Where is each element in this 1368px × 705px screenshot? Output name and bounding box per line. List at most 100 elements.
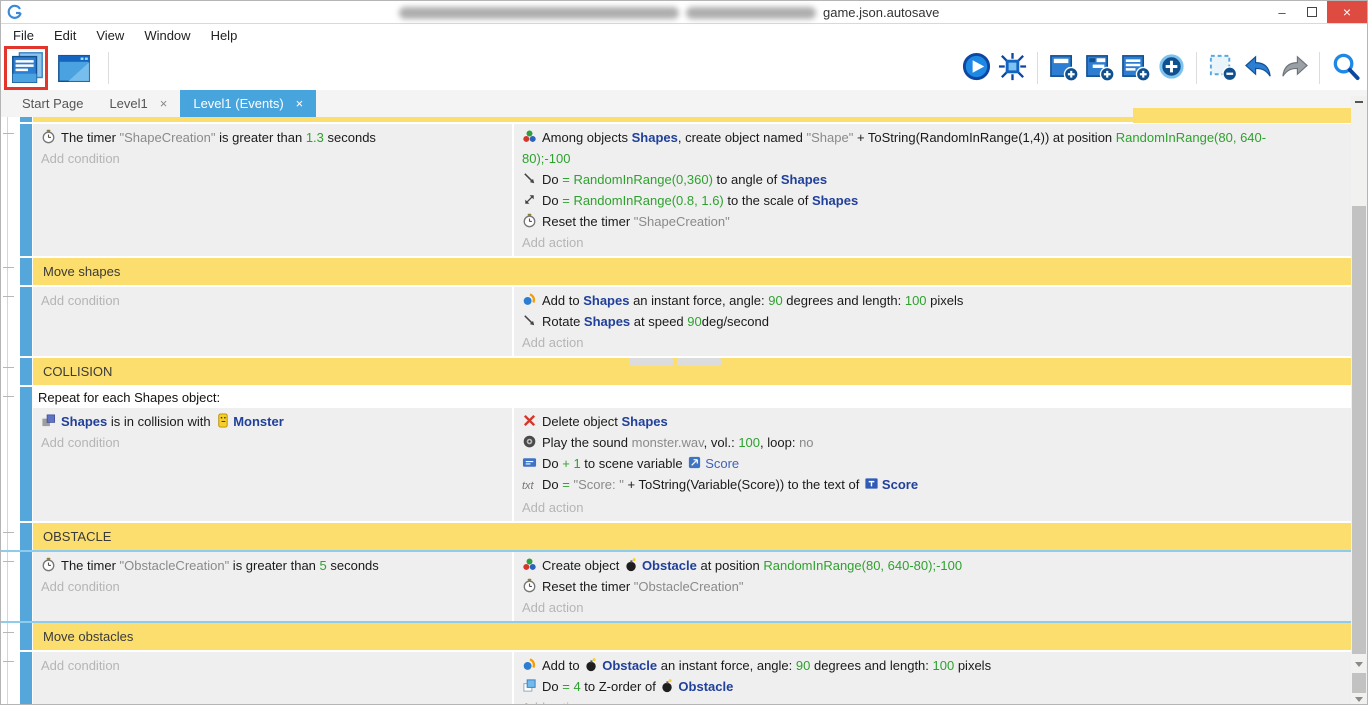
events-editor-button[interactable] (7, 48, 47, 88)
text-segment: Add to (542, 658, 583, 673)
menu-item-help[interactable]: Help (201, 28, 248, 43)
action-line[interactable]: Do = RandomInRange(0.8, 1.6) to the scal… (522, 190, 1343, 211)
action-line[interactable]: Rotate Shapes at speed 90deg/second (522, 311, 1343, 332)
action-line[interactable]: Delete object Shapes (522, 411, 1343, 432)
conditions-cell[interactable]: Shapes is in collision with MonsterAdd c… (33, 408, 512, 521)
add-condition-placeholder[interactable]: Add condition (41, 148, 504, 169)
tab-close-icon[interactable]: × (160, 96, 168, 111)
tab-close-icon[interactable]: × (296, 96, 304, 111)
add-action-placeholder[interactable]: Add action (522, 697, 1343, 705)
event-row[interactable]: The timer "ShapeCreation" is greater tha… (1, 124, 1351, 256)
actions-cell[interactable]: Add to Obstacle an instant force, angle:… (514, 652, 1351, 705)
menu-item-file[interactable]: File (3, 28, 44, 43)
event-drag-bar[interactable] (20, 652, 32, 705)
event-drag-bar[interactable] (20, 623, 32, 650)
event-drag-bar[interactable] (20, 387, 32, 521)
vertical-scrollbar[interactable] (1351, 96, 1367, 704)
text-segment: = RandomInRange(0.8, 1.6) (562, 193, 724, 208)
action-line[interactable]: Play the sound monster.wav, vol.: 100, l… (522, 432, 1343, 453)
scrollbar-down-arrow-icon[interactable] (1355, 662, 1363, 667)
menu-item-edit[interactable]: Edit (44, 28, 86, 43)
action-line[interactable]: Add to Obstacle an instant force, angle:… (522, 655, 1343, 676)
conditions-cell[interactable]: The timer "ObstacleCreation" is greater … (33, 552, 512, 621)
conditions-cell[interactable]: Add condition (33, 287, 512, 356)
event-row[interactable]: Add condition Add to Obstacle an instant … (1, 652, 1351, 705)
event-row[interactable]: The timer "ObstacleCreation" is greater … (1, 552, 1351, 621)
action-line[interactable]: Do = 4 to Z-order of Obstacle (522, 676, 1343, 697)
menu-item-view[interactable]: View (86, 28, 134, 43)
event-drag-bar[interactable] (20, 124, 32, 256)
condition-line[interactable]: Shapes is in collision with Monster (41, 411, 504, 432)
toolbar-add-event-button[interactable] (1045, 50, 1081, 86)
maximize-button[interactable] (1297, 1, 1327, 23)
scrollbar-down-arrow-icon[interactable] (1355, 697, 1363, 702)
toolbar-play-button[interactable] (958, 50, 994, 86)
action-line[interactable]: Create object Obstacle at position Rando… (522, 555, 1343, 576)
action-line[interactable]: Reset the timer "ObstacleCreation" (522, 576, 1343, 597)
actions-cell[interactable]: Delete object ShapesPlay the sound monst… (514, 408, 1351, 521)
group-row-move-obstacles[interactable]: Move obstacles (1, 623, 1351, 650)
delete-event-icon (1207, 51, 1238, 85)
condition-line[interactable]: The timer "ShapeCreation" is greater tha… (41, 127, 504, 148)
bomb-icon (584, 657, 599, 672)
event-drag-bar[interactable] (20, 358, 32, 385)
text-segment: "Score: " (573, 477, 623, 492)
add-action-placeholder[interactable]: Add action (522, 597, 1343, 618)
maximize-icon (1307, 7, 1317, 17)
foreach-header[interactable]: Repeat for each Shapes object: (33, 387, 1351, 408)
toolbar-add-new-button[interactable] (1153, 50, 1189, 86)
variable-icon (522, 455, 537, 470)
action-line[interactable]: Do + 1 to scene variable Score (522, 453, 1343, 474)
toolbar-undo-button[interactable] (1240, 50, 1276, 86)
scrollbar-thumb[interactable] (1352, 206, 1366, 654)
add-action-placeholder[interactable]: Add action (522, 232, 1343, 253)
group-row-collision[interactable]: COLLISION (1, 358, 1351, 385)
action-line[interactable]: Reset the timer "ShapeCreation" (522, 211, 1343, 232)
event-row[interactable]: Repeat for each Shapes object:Shapes is … (1, 387, 1351, 521)
tab-start-page[interactable]: Start Page (9, 90, 96, 117)
text-segment: no (799, 435, 813, 450)
conditions-cell[interactable]: Add condition (33, 652, 512, 705)
tab-level1[interactable]: Level1× (96, 90, 180, 117)
toolbar-delete-event-button[interactable] (1204, 50, 1240, 86)
event-drag-bar[interactable] (20, 523, 32, 550)
scene-editor-button[interactable] (54, 48, 94, 88)
text-segment: Do (542, 477, 562, 492)
close-button[interactable]: × (1327, 1, 1367, 23)
scrollbar-segment[interactable] (1352, 673, 1366, 693)
toolbar-search-button[interactable] (1327, 50, 1363, 86)
toolbar-add-comment-button[interactable] (1117, 50, 1153, 86)
toolbar-debug-button[interactable] (994, 50, 1030, 86)
action-line[interactable]: Do = RandomInRange(0,360) to angle of Sh… (522, 169, 1343, 190)
add-action-placeholder[interactable]: Add action (522, 497, 1343, 518)
add-condition-placeholder[interactable]: Add condition (41, 290, 504, 311)
minimize-button[interactable]: – (1267, 1, 1297, 23)
group-row-obstacle[interactable]: OBSTACLE (1, 523, 1351, 550)
title-bar: game.json.autosave – × (1, 1, 1367, 24)
toolbar-add-subevent-button[interactable] (1081, 50, 1117, 86)
add-condition-placeholder[interactable]: Add condition (41, 432, 504, 453)
tab-level1-events[interactable]: Level1 (Events)× (180, 90, 316, 117)
action-line[interactable]: Add to Shapes an instant force, angle: 9… (522, 290, 1343, 311)
action-line[interactable]: txtDo = "Score: " + ToString(Variable(Sc… (522, 474, 1343, 497)
event-drag-bar[interactable] (20, 287, 32, 356)
text-segment: seconds (324, 130, 376, 145)
action-line[interactable]: 80);-100 (522, 148, 1343, 169)
group-row-move-shapes[interactable]: Move shapes (1, 258, 1351, 285)
menu-item-window[interactable]: Window (134, 28, 200, 43)
event-drag-bar[interactable] (20, 117, 32, 122)
toolbar-redo-button[interactable] (1276, 50, 1312, 86)
condition-line[interactable]: The timer "ObstacleCreation" is greater … (41, 555, 504, 576)
add-condition-placeholder[interactable]: Add condition (41, 576, 504, 597)
add-comment-icon (1120, 51, 1151, 85)
add-condition-placeholder[interactable]: Add condition (41, 655, 504, 676)
event-row[interactable]: Add condition Add to Shapes an instant fo… (1, 287, 1351, 356)
conditions-cell[interactable]: The timer "ShapeCreation" is greater tha… (33, 124, 512, 256)
add-action-placeholder[interactable]: Add action (522, 332, 1343, 353)
actions-cell[interactable]: Add to Shapes an instant force, angle: 9… (514, 287, 1351, 356)
action-line[interactable]: Among objects Shapes, create object name… (522, 127, 1343, 148)
actions-cell[interactable]: Create object Obstacle at position Rando… (514, 552, 1351, 621)
event-drag-bar[interactable] (20, 258, 32, 285)
event-drag-bar[interactable] (20, 552, 32, 621)
actions-cell[interactable]: Among objects Shapes, create object name… (514, 124, 1351, 256)
